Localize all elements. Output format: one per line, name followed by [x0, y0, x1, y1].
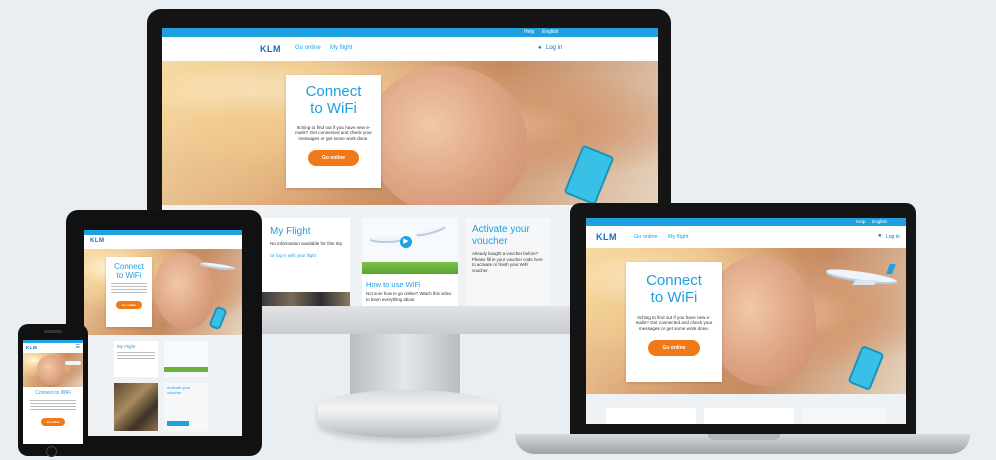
tile-voucher-body: Already bought a voucher before? Please … [472, 251, 543, 274]
tablet-tile-my-flight: My Flight [114, 341, 158, 377]
phone-go-online-button[interactable]: Go online [40, 417, 66, 426]
tile-how-to-title: How to use WiFi [366, 280, 421, 289]
desktop-language-select[interactable]: English [542, 29, 558, 35]
desktop-navbar: KLM Go online My flight ● Log in [162, 37, 658, 61]
tablet-tile-my-flight-title: My Flight [117, 344, 136, 349]
laptop-language-select[interactable]: English [872, 219, 887, 224]
tablet-klm-logo[interactable]: KLM [90, 238, 105, 244]
tablet-tile-food-photo [114, 383, 158, 431]
nav-go-online[interactable]: Go online [295, 45, 321, 51]
laptop-screen: Help English KLM Go online My flight ● L… [586, 218, 906, 424]
tile-how-to-body: Not sure how to go online? Watch this vi… [366, 291, 452, 302]
phone-screen: KLM ☰ Connect to WiFi Go online [23, 340, 83, 444]
laptop-hero-card: Connect to WiFi Itching to find out if yo… [626, 262, 722, 382]
laptop-hero-card-body: Itching to find out if you have new e-ma… [635, 314, 713, 332]
tablet-hero-card: Connect to WiFi Go online [106, 257, 152, 327]
tile-activate-voucher: Activate your voucher Already bought a v… [466, 218, 550, 306]
klm-logo[interactable]: KLM [260, 44, 281, 54]
tablet-hero-card-title: Connect to WiFi [114, 262, 144, 281]
phone-home-button[interactable] [46, 446, 57, 457]
phone-hero-image [23, 353, 83, 387]
laptop-hero-image: Connect to WiFi Itching to find out if yo… [586, 248, 906, 394]
laptop-klm-logo[interactable]: KLM [596, 232, 617, 242]
laptop-hero-phone [847, 344, 885, 392]
laptop-topbar: Help English [586, 218, 906, 226]
hero-phone [563, 144, 615, 205]
tile-my-flight-body: No information available for this trip [270, 241, 343, 246]
phone-klm-logo[interactable]: KLM [26, 345, 37, 350]
nav-my-flight[interactable]: My flight [330, 45, 352, 51]
laptop-content-area [586, 394, 906, 424]
desktop-help-link[interactable]: Help [524, 29, 534, 35]
phone-hero-card: Connect to WiFi Go online [23, 387, 83, 444]
phone-hero-card-title: Connect to WiFi [35, 390, 71, 396]
phone-navbar: KLM ☰ [23, 343, 83, 353]
laptop-hero-card-title: Connect to WiFi [646, 272, 702, 307]
phone-menu-icon[interactable]: ☰ [76, 344, 80, 350]
tablet-tile-voucher: Activate your voucher [164, 383, 208, 431]
desktop-hero-card: Connect to WiFi Itching to find out if yo… [286, 75, 381, 188]
monitor-stand-base [318, 390, 498, 438]
tile-photo-strip [262, 292, 350, 306]
laptop-notch [708, 434, 780, 440]
tablet-hero-image: Connect to WiFi Go online [84, 249, 242, 335]
laptop-help-link[interactable]: Help [856, 219, 865, 224]
laptop-navbar: KLM Go online My flight ● Log in [586, 226, 906, 248]
tile-voucher-title: Activate your voucher [472, 224, 530, 247]
tile-my-flight-link[interactable]: Or log in with your flight [270, 253, 342, 258]
tile-how-to-use-wifi: ▶ How to use WiFi Not sure how to go onl… [362, 218, 458, 306]
hero-woman-face [367, 66, 527, 205]
tablet-tile-video [164, 341, 208, 377]
desktop-topbar: Help English [162, 28, 658, 37]
tablet-navbar: KLM [84, 235, 242, 249]
tablet-tile-voucher-title: Activate your voucher [167, 385, 191, 395]
laptop-user-icon: ● [878, 233, 882, 239]
hero-card-body: Itching to find out if you have new e-ma… [295, 124, 372, 142]
laptop-nav-my-flight[interactable]: My flight [668, 234, 688, 240]
laptop-airplane-icon [825, 264, 902, 288]
login-link[interactable]: Log in [546, 45, 562, 51]
hero-card-title: Connect to WiFi [305, 83, 362, 118]
video-thumbnail[interactable]: ▶ [362, 218, 458, 274]
desktop-hero-image: Connect to WiFi Itching to find out if yo… [162, 61, 658, 205]
go-online-button[interactable]: Go online [307, 150, 360, 167]
tile-my-flight: My Flight No information available for t… [262, 218, 350, 306]
user-icon: ● [538, 45, 542, 51]
tile-my-flight-title: My Flight [270, 226, 311, 237]
tablet-screen: KLM Connectto WiFi Go online My Flight [84, 230, 242, 436]
laptop-login-link[interactable]: Log in [886, 234, 900, 240]
tablet-airplane-icon [199, 261, 238, 272]
laptop-go-online-button[interactable]: Go online [648, 340, 700, 357]
laptop-nav-go-online[interactable]: Go online [634, 234, 658, 240]
tablet-go-online-button[interactable]: Go online [116, 301, 142, 310]
tablet-content-area: My Flight Activate your voucher [84, 335, 242, 436]
play-icon[interactable]: ▶ [400, 236, 412, 248]
phone-speaker [44, 330, 62, 333]
